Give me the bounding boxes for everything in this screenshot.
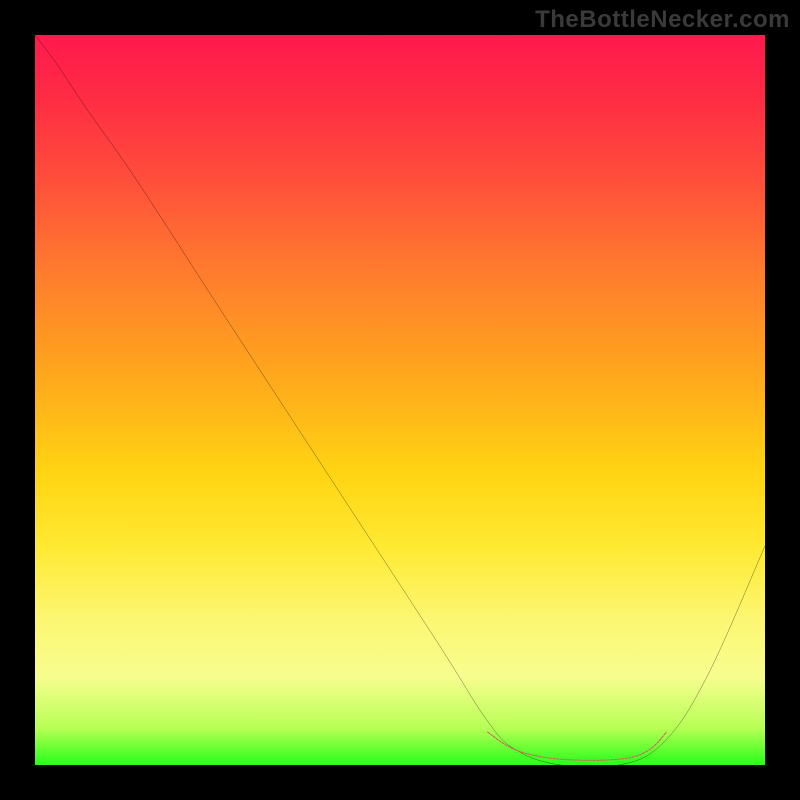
bottleneck-curve <box>35 35 765 765</box>
watermark-text: TheBottleNecker.com <box>535 6 790 34</box>
plot-area <box>35 35 765 765</box>
flat-marker <box>488 732 667 760</box>
chart-frame: TheBottleNecker.com <box>0 0 800 800</box>
curve-layer <box>35 35 765 765</box>
